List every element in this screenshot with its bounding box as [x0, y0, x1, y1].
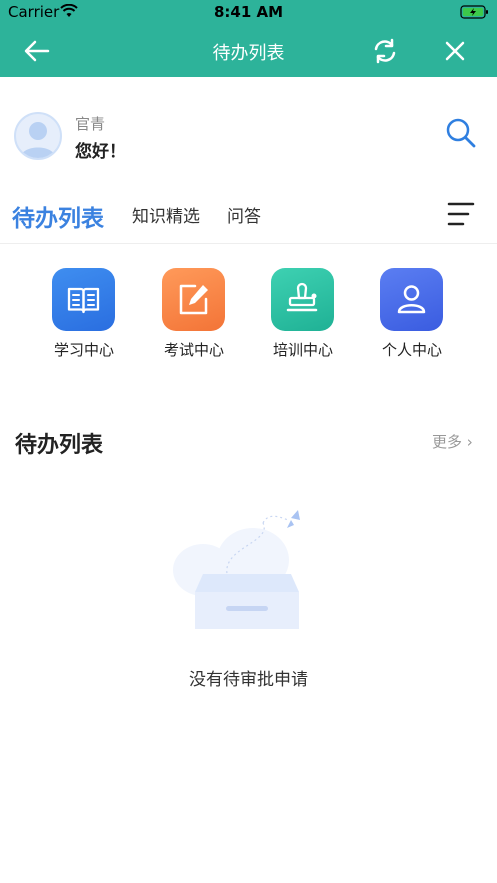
search-icon[interactable] [444, 116, 478, 150]
quick-link-label: 考试中心 [163, 341, 224, 359]
close-icon[interactable] [440, 36, 470, 66]
tab-knowledge[interactable]: 知识精选 [132, 202, 200, 227]
tab-bar: 待办列表 知识精选 问答 [0, 190, 497, 244]
tab-qa[interactable]: 问答 [227, 202, 261, 227]
page-title: 待办列表 [212, 43, 285, 64]
status-time: 8:41 AM [213, 3, 284, 21]
quick-link-label: 个人中心 [381, 341, 442, 359]
quick-link-icon-bg [162, 268, 225, 331]
tab-todo-list[interactable]: 待办列表 [12, 199, 104, 233]
quick-link-personal[interactable]: 个人中心 [370, 268, 454, 364]
empty-state-text: 没有待审批申请 [189, 670, 308, 690]
more-label: 更多 [432, 433, 463, 451]
quick-link-exam[interactable]: 考试中心 [152, 268, 236, 364]
menu-icon[interactable] [446, 201, 476, 227]
section-title: 待办列表 [15, 433, 104, 458]
more-link[interactable]: 更多 › [432, 431, 473, 452]
status-bar: Carrier 8:41 AM [0, 0, 497, 26]
chevron-right-icon: › [466, 433, 473, 451]
avatar [14, 112, 62, 160]
greeting-text: 您好！ [75, 142, 126, 162]
battery-icon [460, 5, 488, 19]
quick-link-icon-bg [52, 268, 115, 331]
nav-bar: 待办列表 [0, 26, 497, 77]
stamp-icon [286, 282, 318, 312]
refresh-icon[interactable] [370, 36, 400, 66]
app-header: Carrier 8:41 AM 待办列表 [0, 0, 497, 77]
quick-link-learning[interactable]: 学习中心 [42, 268, 126, 364]
quick-link-training[interactable]: 培训中心 [261, 268, 345, 364]
empty-inbox-illustration [173, 510, 300, 629]
quick-link-icon-bg [380, 268, 443, 331]
user-icon [397, 285, 426, 314]
quick-link-label: 学习中心 [53, 341, 114, 359]
avatar-person-icon [20, 122, 56, 158]
quick-link-label: 培训中心 [272, 341, 333, 359]
profile-card: 官青 您好！ [0, 100, 497, 180]
quick-link-icon-bg [271, 268, 334, 331]
book-icon [67, 287, 100, 314]
edit-icon [179, 284, 208, 315]
user-name: 官青 [75, 115, 106, 133]
